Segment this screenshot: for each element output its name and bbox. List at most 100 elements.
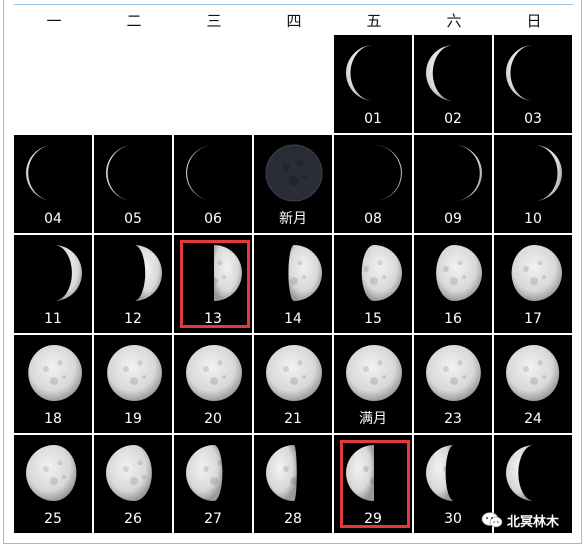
moon-icon	[283, 245, 322, 301]
weekday-header-row: 一 二 三 四 五 六 日	[14, 8, 574, 34]
empty-cell	[254, 35, 334, 135]
day-label: 19	[124, 411, 142, 427]
day-cell: 11	[14, 235, 94, 335]
weekday-header-tue: 二	[126, 12, 142, 30]
day-cell: 满月	[334, 335, 414, 435]
day-label: 28	[284, 511, 302, 527]
moon-icon	[26, 445, 77, 501]
day-label: 16	[444, 311, 462, 327]
day-cell: 05	[94, 135, 174, 235]
watermark: 北冥林木	[481, 509, 581, 531]
moon-icon	[266, 445, 306, 501]
moon-icon	[511, 245, 562, 301]
moon-icon	[361, 245, 402, 301]
day-cell: 21	[254, 335, 334, 435]
day-label: 15	[364, 311, 382, 327]
day-label: 14	[284, 311, 302, 327]
day-cell: 28	[254, 435, 334, 535]
weekday-header-sat: 六	[446, 12, 462, 30]
moon-icon	[346, 345, 402, 401]
day-cell: 09	[414, 135, 494, 235]
day-cell: 15	[334, 235, 414, 335]
moon-icon	[436, 245, 482, 301]
day-label: 11	[44, 311, 62, 327]
moon-icon	[107, 345, 162, 401]
day-label: 20	[204, 411, 222, 427]
day-cell: 13	[174, 235, 254, 335]
weekday-header-sun: 日	[526, 12, 542, 30]
moon-icon	[266, 345, 322, 401]
day-label: 12	[124, 311, 142, 327]
moon-icon	[363, 145, 402, 201]
moon-icon	[43, 245, 82, 301]
day-cell: 18	[14, 335, 94, 435]
moon-icon	[186, 445, 226, 501]
moon-icon	[186, 145, 226, 201]
moon-icon	[346, 445, 386, 501]
day-cell: 06	[174, 135, 254, 235]
day-label: 04	[44, 211, 62, 227]
day-label: 06	[204, 211, 222, 227]
day-label: 01	[364, 111, 382, 127]
moon-icon	[506, 345, 560, 401]
day-cell: 01	[334, 35, 414, 135]
day-label: 24	[524, 411, 542, 427]
day-label: 13	[204, 311, 222, 327]
moon-icon	[523, 145, 562, 201]
day-label: 29	[364, 511, 382, 527]
top-divider	[14, 4, 573, 5]
day-cell: 04	[14, 135, 94, 235]
day-cell: 03	[494, 35, 574, 135]
day-label: 23	[444, 411, 462, 427]
moon-icon	[426, 445, 466, 501]
day-cell: 02	[414, 35, 494, 135]
moon-icon	[28, 345, 82, 401]
empty-cell	[94, 35, 174, 135]
day-label: 10	[524, 211, 542, 227]
day-label: 25	[44, 511, 62, 527]
weekday-header-fri: 五	[366, 12, 382, 30]
empty-cell	[14, 35, 94, 135]
moon-icon	[186, 345, 242, 401]
day-label: 05	[124, 211, 142, 227]
day-cell: 25	[14, 435, 94, 535]
day-cell: 17	[494, 235, 574, 335]
moon-icon	[346, 45, 386, 101]
weekday-header-wed: 三	[206, 12, 222, 30]
day-label: 17	[524, 311, 542, 327]
day-cell: 14	[254, 235, 334, 335]
day-cell: 新月	[254, 135, 334, 235]
day-cell: 26	[94, 435, 174, 535]
moon-icon	[426, 45, 466, 101]
wechat-icon	[481, 512, 503, 528]
day-cell: 12	[94, 235, 174, 335]
day-label: 21	[284, 411, 302, 427]
moon-icon	[123, 245, 162, 301]
day-cell: 08	[334, 135, 414, 235]
day-label: 27	[204, 511, 222, 527]
moon-icon	[203, 245, 242, 301]
day-cell: 27	[174, 435, 254, 535]
moon-icon	[506, 445, 546, 501]
weekday-header-mon: 一	[46, 12, 62, 30]
day-label: 满月	[359, 411, 387, 427]
day-cell: 19	[94, 335, 174, 435]
moon-icon	[265, 144, 323, 202]
moon-icon	[506, 45, 546, 101]
day-label: 08	[364, 211, 382, 227]
day-cell: 23	[414, 335, 494, 435]
day-label: 09	[444, 211, 462, 227]
moon-icon	[26, 145, 66, 201]
moon-icon	[426, 345, 481, 401]
day-cell: 16	[414, 235, 494, 335]
day-cell: 29	[334, 435, 414, 535]
moon-icon	[443, 145, 482, 201]
day-label: 02	[444, 111, 462, 127]
moon-icon	[106, 145, 146, 201]
day-label: 18	[44, 411, 62, 427]
moon-phase-grid: 01 02 03 04 05 06 新月 08 09 10 11 12 13 14 15 16 17 18 19 20…	[14, 35, 574, 535]
weekday-header-thu: 四	[286, 12, 302, 30]
moon-icon	[106, 445, 152, 501]
empty-cell	[174, 35, 254, 135]
day-label: 新月	[279, 211, 307, 227]
